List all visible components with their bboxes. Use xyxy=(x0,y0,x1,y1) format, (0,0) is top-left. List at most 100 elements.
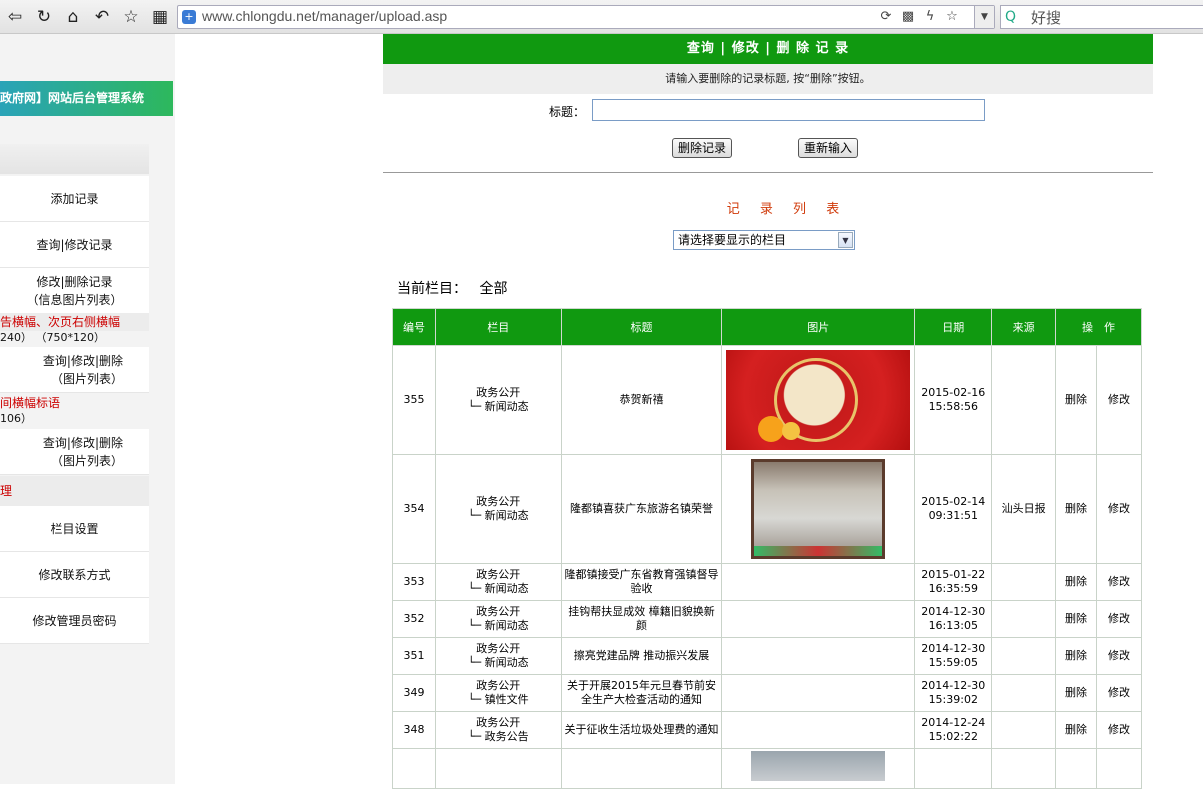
cell-category: 政务公开 └─ 政务公告 xyxy=(434,711,562,749)
cell-id: 348 xyxy=(392,711,436,749)
cell-image xyxy=(721,711,916,749)
chevron-down-icon[interactable]: ▼ xyxy=(838,232,853,248)
delete-link[interactable]: 删除 xyxy=(1055,345,1098,455)
chevron-down-icon[interactable]: ▼ xyxy=(974,6,994,28)
star-icon[interactable]: ☆ xyxy=(120,6,142,28)
cell-image xyxy=(721,563,916,601)
back-icon[interactable]: ⇦ xyxy=(4,6,26,28)
category-main: 政务公开 xyxy=(476,495,521,508)
edit-link[interactable]: 修改 xyxy=(1096,345,1142,455)
delete-link[interactable] xyxy=(1055,748,1098,789)
cell-source xyxy=(991,674,1057,712)
instruction-text: 请输入要删除的记录标题, 按“删除”按钮。 xyxy=(383,64,1153,94)
cell-title: 隆都镇接受广东省教育强镇督导验收 xyxy=(560,563,723,601)
title-label: 标题： xyxy=(549,105,586,119)
bookmark-star-icon[interactable]: ☆ xyxy=(944,9,960,25)
category-sub: └─ 新闻动态 xyxy=(467,619,529,632)
edit-link[interactable]: 修改 xyxy=(1096,454,1142,564)
time-value: 16:35:59 xyxy=(928,582,978,595)
cell-image xyxy=(721,674,916,712)
undo-icon[interactable]: ↶ xyxy=(91,6,113,28)
sidebar-item-slogan-list[interactable]: 查询|修改|删除 （图片列表） xyxy=(0,429,149,475)
sidebar-item-query-edit[interactable]: 查询|修改记录 xyxy=(0,222,149,268)
edit-link[interactable]: 修改 xyxy=(1096,711,1142,749)
category-main: 政务公开 xyxy=(476,386,521,399)
category-select[interactable]: 请选择要显示的栏目 ▼ xyxy=(673,230,855,250)
table-header-row: 编号 栏目 标题 图片 日期 来源 操 作 xyxy=(392,308,1142,346)
record-thumbnail xyxy=(751,751,886,781)
edit-link[interactable]: 修改 xyxy=(1096,637,1142,675)
sidebar-item-contact[interactable]: 修改联系方式 xyxy=(0,552,149,598)
current-category: 当前栏目： 全部 xyxy=(397,278,507,298)
table-row: 351 政务公开 └─ 新闻动态 擦亮党建品牌 推动振兴发展 2014-12-30… xyxy=(392,637,1142,675)
time-value: 15:59:05 xyxy=(928,656,978,669)
delete-link[interactable]: 删除 xyxy=(1055,600,1098,638)
address-bar[interactable]: + www.chlongdu.net/manager/upload.asp ⟳ … xyxy=(177,5,995,29)
time-value: 16:13:05 xyxy=(928,619,978,632)
speed-icon[interactable]: ϟ xyxy=(922,9,938,25)
delete-link[interactable]: 删除 xyxy=(1055,711,1098,749)
sidebar-section-manage: 理 xyxy=(0,476,149,506)
edit-link[interactable] xyxy=(1096,748,1142,789)
cell-date: 2014-12-24 15:02:22 xyxy=(914,711,993,749)
sidebar-item-columns[interactable]: 栏目设置 xyxy=(0,506,149,552)
category-sub: └─ 新闻动态 xyxy=(467,656,529,669)
table-row: 354 政务公开 └─ 新闻动态 隆都镇喜获广东旅游名镇荣誉 2015-02-14… xyxy=(392,454,1142,564)
category-main: 政务公开 xyxy=(476,679,521,692)
delete-link[interactable]: 删除 xyxy=(1055,674,1098,712)
delete-link[interactable]: 删除 xyxy=(1055,563,1098,601)
cell-date: 2014-12-30 15:59:05 xyxy=(914,637,993,675)
cell-date: 2014-12-30 16:13:05 xyxy=(914,600,993,638)
cell-id: 353 xyxy=(392,563,436,601)
cell-source xyxy=(991,563,1057,601)
delete-link[interactable]: 删除 xyxy=(1055,637,1098,675)
sidebar-section-banner: 告横幅、次页右侧横幅 xyxy=(0,313,149,331)
category-select-value: 请选择要显示的栏目 xyxy=(678,233,787,247)
cell-title: 挂钩帮扶显成效 樟籍旧貌换新颜 xyxy=(560,600,723,638)
date-value: 2015-01-22 xyxy=(921,568,986,581)
time-value: 15:58:56 xyxy=(928,400,978,413)
search-box[interactable]: Q 好搜 xyxy=(1000,5,1203,29)
cell-id: 355 xyxy=(392,345,436,455)
cell-category: 政务公开 └─ 新闻动态 xyxy=(434,600,562,638)
time-value: 15:02:22 xyxy=(928,730,978,743)
edit-link[interactable]: 修改 xyxy=(1096,600,1142,638)
search-engine-icon: Q xyxy=(1005,9,1017,25)
col-header-id: 编号 xyxy=(392,308,436,346)
edit-link[interactable]: 修改 xyxy=(1096,674,1142,712)
sidebar-item-edit-delete[interactable]: 修改|删除记录 （信息图片列表） xyxy=(0,268,149,314)
cell-image xyxy=(721,454,916,564)
sidebar-title: 政府网】网站后台管理系统 xyxy=(0,81,173,116)
apps-icon[interactable]: ▦ xyxy=(149,6,171,28)
home-icon[interactable]: ⌂ xyxy=(62,6,84,28)
date-value: 2014-12-24 xyxy=(921,716,986,729)
table-row: 353 政务公开 └─ 新闻动态 隆都镇接受广东省教育强镇督导验收 2015-01… xyxy=(392,563,1142,601)
edit-link[interactable]: 修改 xyxy=(1096,563,1142,601)
title-input[interactable] xyxy=(592,99,985,121)
cell-id: 351 xyxy=(392,637,436,675)
record-thumbnail xyxy=(726,350,911,450)
sidebar-item-add-record[interactable]: 添加记录 xyxy=(0,176,149,222)
cell-image xyxy=(721,600,916,638)
sidebar-item-label: 查询|修改|删除 xyxy=(42,354,123,368)
category-sub: └─ 新闻动态 xyxy=(467,509,529,522)
delete-link[interactable]: 删除 xyxy=(1055,454,1098,564)
qr-icon[interactable]: ▩ xyxy=(900,9,916,25)
cell-category: 政务公开 └─ 新闻动态 xyxy=(434,345,562,455)
sidebar-slogan-sizes: 106） xyxy=(0,412,32,425)
sidebar-item-password[interactable]: 修改管理员密码 xyxy=(0,598,149,644)
cell-id: 354 xyxy=(392,454,436,564)
cell-category: 政务公开 └─ 新闻动态 xyxy=(434,454,562,564)
delete-record-button[interactable]: 删除记录 xyxy=(672,138,733,158)
sidebar-item-label: 查询|修改|删除 xyxy=(42,436,123,450)
sidebar-item-banner-list[interactable]: 查询|修改|删除 （图片列表） xyxy=(0,347,149,393)
cell-source xyxy=(991,345,1057,455)
date-value: 2014-12-30 xyxy=(921,679,986,692)
sidebar-section-slogan: 间横幅标语 xyxy=(0,396,61,410)
cell-title xyxy=(560,748,723,789)
reload-icon[interactable]: ↻ xyxy=(33,6,55,28)
time-value: 09:31:51 xyxy=(928,509,978,522)
category-main: 政务公开 xyxy=(476,568,521,581)
compat-icon[interactable]: ⟳ xyxy=(878,9,894,25)
reset-button[interactable]: 重新输入 xyxy=(798,138,859,158)
